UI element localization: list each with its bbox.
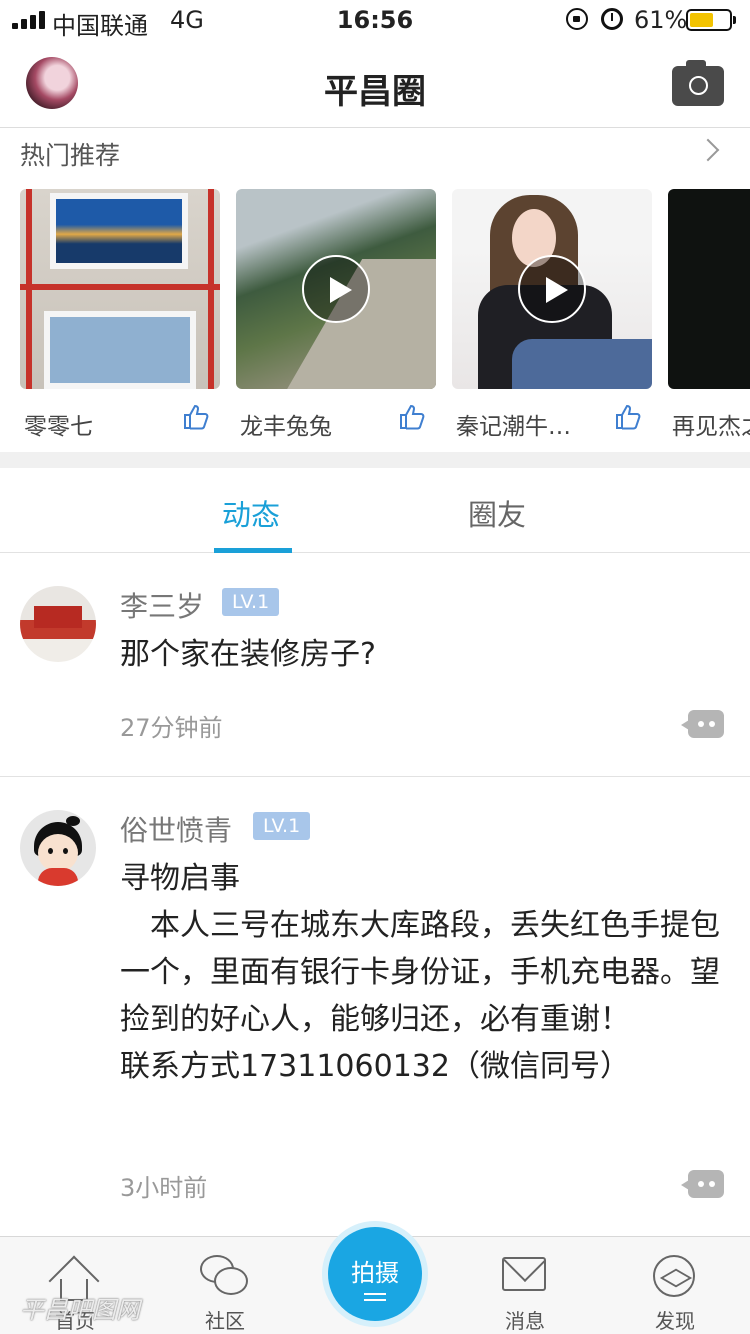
camera-icon xyxy=(689,76,708,95)
shoot-button-label: 拍摄 xyxy=(351,1259,399,1287)
comment-icon[interactable] xyxy=(681,710,724,738)
level-badge: LV.1 xyxy=(253,812,311,840)
post-author-avatar[interactable] xyxy=(20,810,96,886)
hot-recommend-carousel[interactable]: 零零七 龙丰兔兔 秦记潮牛… 再见杰之 xyxy=(20,189,750,439)
post-author-avatar[interactable] xyxy=(20,586,96,662)
post-author-name[interactable]: 俗世愤青 xyxy=(120,809,232,849)
mail-icon xyxy=(502,1257,546,1291)
hot-card[interactable]: 秦记潮牛… xyxy=(452,189,652,439)
level-badge: LV.1 xyxy=(222,588,280,616)
hot-recommend-header[interactable]: 热门推荐 xyxy=(20,136,730,172)
camera-button[interactable] xyxy=(672,60,724,106)
feed-post[interactable]: 李三岁 LV.1 那个家在装修房子? 27分钟前 xyxy=(0,553,750,777)
post-text: 寻物启事 本人三号在城东大库路段，丢失红色手提包 一个，里面有银行卡身份证，手机… xyxy=(120,861,720,1084)
feed-post[interactable]: 俗世愤青 LV.1 寻物启事 本人三号在城东大库路段，丢失红色手提包 一个，里面… xyxy=(0,777,750,1235)
tabbar-discover[interactable]: 发现 xyxy=(600,1237,750,1334)
hot-card-name: 零零七 xyxy=(24,414,93,439)
post-time: 27分钟前 xyxy=(120,714,223,742)
orientation-lock-icon xyxy=(566,8,588,30)
battery-icon xyxy=(686,9,736,31)
page-title: 平昌圈 xyxy=(324,72,426,112)
play-icon[interactable] xyxy=(518,255,586,323)
hot-card[interactable]: 龙丰兔兔 xyxy=(236,189,436,439)
post-author-name[interactable]: 李三岁 xyxy=(120,585,204,625)
tab-activity[interactable]: 动态 xyxy=(222,492,280,534)
hot-card[interactable]: 再见杰之 xyxy=(668,189,750,439)
section-divider xyxy=(0,452,750,468)
hot-card-name: 秦记潮牛… xyxy=(456,414,571,439)
tab-friends[interactable]: 圈友 xyxy=(468,492,526,534)
hot-card-thumbnail[interactable] xyxy=(236,189,436,389)
shoot-button[interactable]: 拍摄 xyxy=(322,1221,428,1327)
feed-tabs: 动态 圈友 xyxy=(0,468,750,553)
hot-recommend-label: 热门推荐 xyxy=(20,141,121,170)
comment-icon[interactable] xyxy=(681,1170,724,1198)
post-time: 3小时前 xyxy=(120,1174,208,1202)
app-header: 平昌圈 xyxy=(0,40,750,128)
alarm-icon xyxy=(601,8,623,30)
watermark: 平昌吧图网 xyxy=(20,1296,140,1324)
post-text: 那个家在装修房子? xyxy=(120,637,376,672)
chevron-right-icon[interactable] xyxy=(696,138,720,162)
hot-card-thumbnail[interactable] xyxy=(452,189,652,389)
tabbar-discover-label: 发现 xyxy=(655,1309,695,1333)
tabbar-messages-label: 消息 xyxy=(505,1309,545,1333)
tabbar-community[interactable]: 社区 xyxy=(150,1237,300,1334)
battery-percent: 61% xyxy=(634,6,688,34)
hot-card-thumbnail[interactable] xyxy=(668,189,750,389)
hot-card-thumbnail[interactable] xyxy=(20,189,220,389)
hot-card-name: 再见杰之 xyxy=(672,414,750,439)
compass-icon xyxy=(653,1255,695,1297)
thumbs-up-icon[interactable] xyxy=(398,403,426,431)
hot-card[interactable]: 零零七 xyxy=(20,189,220,439)
status-bar: 中国联通 4G 16:56 61% xyxy=(0,0,750,40)
play-icon[interactable] xyxy=(302,255,370,323)
tabbar-community-label: 社区 xyxy=(205,1309,245,1333)
chat-bubbles-icon xyxy=(200,1255,248,1297)
thumbs-up-icon[interactable] xyxy=(182,403,210,431)
menu-lines-icon xyxy=(364,1293,386,1301)
tabbar-messages[interactable]: 消息 xyxy=(450,1237,600,1334)
hot-card-name: 龙丰兔兔 xyxy=(240,414,332,439)
thumbs-up-icon[interactable] xyxy=(614,403,642,431)
